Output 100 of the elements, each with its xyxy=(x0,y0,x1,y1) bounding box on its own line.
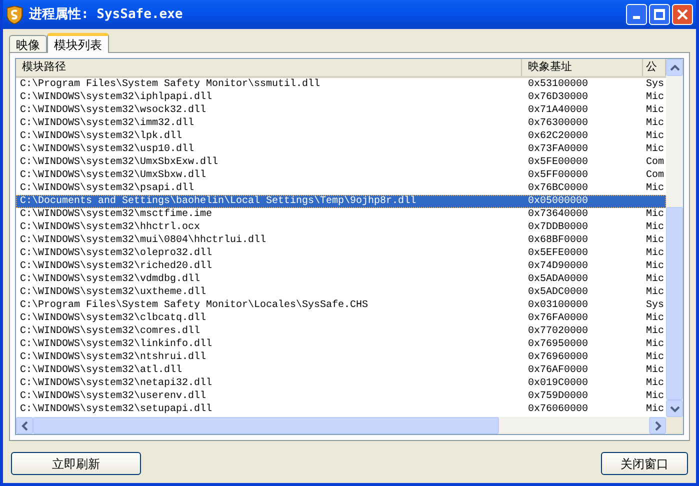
table-cell-text: C:\WINDOWS\system32\msctfime.ime xyxy=(19,208,214,221)
table-cell-text: 0x759D0000 xyxy=(527,390,590,403)
table-cell-text: 0x76950000 xyxy=(527,338,590,351)
table-cell-text: C:\WINDOWS\system32\hhctrl.ocx xyxy=(19,221,202,234)
list-row[interactable]: C:\WINDOWS\system32\wsock32.dll 0x71A40000 Mic xyxy=(16,104,666,117)
scroll-thumb[interactable] xyxy=(33,417,499,434)
table-cell-text: 0x68BF0000 xyxy=(527,234,590,247)
table-cell-text: 0x62C20000 xyxy=(527,130,590,143)
table-cell-text: 0x5FF00000 xyxy=(527,169,590,182)
table-cell-text: 0x71A40000 xyxy=(527,104,590,117)
table-cell-text: Mic xyxy=(645,351,664,364)
table-cell-text: C:\WINDOWS\system32\psapi.dll xyxy=(19,182,196,195)
list-row[interactable]: C:\WINDOWS\system32\mui\0804\hhctrlui.dll 0x68BF0000 Mic xyxy=(16,234,666,247)
table-cell-text: C:\WINDOWS\system32\atl.dll xyxy=(19,364,184,377)
list-row[interactable]: C:\WINDOWS\system32\ntshrui.dll 0x76960000 Mic xyxy=(16,351,666,364)
table-cell-text: C:\WINDOWS\system32\uxtheme.dll xyxy=(19,286,208,299)
list-row[interactable]: C:\Program Files\System Safety Monitor\ssmutil.dll 0x53100000 Sys xyxy=(16,78,666,91)
horizontal-scrollbar[interactable] xyxy=(16,417,666,434)
scroll-right-button[interactable] xyxy=(649,417,666,434)
table-cell-text: Sys xyxy=(645,78,664,91)
table-cell-text: C:\WINDOWS\system32\usp10.dll xyxy=(19,143,196,156)
list-row[interactable]: C:\WINDOWS\system32\iphlpapi.dll 0x76D30000 Mic xyxy=(16,91,666,104)
table-cell-text: C:\WINDOWS\system32\vdmdbg.dll xyxy=(19,273,202,286)
table-cell-text: C:\WINDOWS\system32\ntshrui.dll xyxy=(19,351,208,364)
table-cell-text: 0x53100000 xyxy=(527,78,590,91)
list-row[interactable]: C:\WINDOWS\system32\riched20.dll 0x74D90000 Mic xyxy=(16,260,666,273)
table-cell-text: Mic xyxy=(645,117,664,130)
table-cell-text: Mic xyxy=(645,247,664,260)
minimize-button[interactable] xyxy=(626,4,647,25)
list-row[interactable]: C:\WINDOWS\system32\usp10.dll 0x73FA0000 Mic xyxy=(16,143,666,156)
table-cell-text: C:\WINDOWS\system32\mui\0804\hhctrlui.dll xyxy=(19,234,268,247)
list-row[interactable]: C:\WINDOWS\system32\vdmdbg.dll 0x5ADA0000 Mic xyxy=(16,273,666,286)
scroll-left-button[interactable] xyxy=(16,417,33,434)
list-row[interactable]: C:\WINDOWS\system32\comres.dll 0x77020000 Mic xyxy=(16,325,666,338)
table-cell-text: Mic xyxy=(645,208,664,221)
table-cell-text: C:\WINDOWS\system32\setupapi.dll xyxy=(19,403,214,416)
table-cell-text: C:\WINDOWS\system32\userenv.dll xyxy=(19,390,208,403)
list-row[interactable]: C:\WINDOWS\system32\atl.dll 0x76AF0000 Mic xyxy=(16,364,666,377)
list-row[interactable]: C:\WINDOWS\system32\UmxSbxw.dll 0x5FF00000 Com xyxy=(16,169,666,182)
table-cell-text: 0x03100000 xyxy=(527,299,590,312)
table-cell-text: 0x76300000 xyxy=(527,117,590,130)
list-row[interactable]: C:\WINDOWS\system32\olepro32.dll 0x5EFE0000 Mic xyxy=(16,247,666,260)
maximize-button[interactable] xyxy=(649,4,670,25)
list-row[interactable]: C:\WINDOWS\system32\linkinfo.dll 0x76950000 Mic xyxy=(16,338,666,351)
table-cell-text: 0x76D30000 xyxy=(527,91,590,104)
table-cell-text: Mic xyxy=(645,91,664,104)
table-cell-text: C:\WINDOWS\system32\UmxSbxExw.dll xyxy=(19,156,220,169)
list-row[interactable]: C:\WINDOWS\system32\clbcatq.dll 0x76FA0000 Mic xyxy=(16,312,666,325)
dialog-button[interactable]: 关闭窗口 xyxy=(601,452,688,475)
table-cell-text: Mic xyxy=(645,338,664,351)
table-cell-text: Mic xyxy=(645,104,664,117)
table-cell-text: 0x7DDB0000 xyxy=(527,221,590,234)
table-cell-text: C:\WINDOWS\system32\lpk.dll xyxy=(19,130,184,143)
table-cell-text: Mic xyxy=(645,221,664,234)
list-row[interactable]: C:\WINDOWS\system32\netapi32.dll 0x019C0000 Mic xyxy=(16,377,666,390)
table-cell-text: Mic xyxy=(645,403,664,416)
scrollbar-corner xyxy=(666,417,683,434)
table-cell-text: Com xyxy=(645,156,664,169)
table-cell-text: Mic xyxy=(645,377,664,390)
list-row[interactable]: C:\WINDOWS\system32\hhctrl.ocx 0x7DDB0000 Mic xyxy=(16,221,666,234)
scroll-down-button[interactable] xyxy=(666,400,683,417)
table-cell-text: 0x77020000 xyxy=(527,325,590,338)
table-cell-text: Mic xyxy=(645,390,664,403)
table-cell-text: Mic xyxy=(645,260,664,273)
table-cell-text: 0x76060000 xyxy=(527,403,590,416)
table-cell-text: Mic xyxy=(645,143,664,156)
table-cell-text: C:\WINDOWS\system32\clbcatq.dll xyxy=(19,312,208,325)
table-cell-text: C:\WINDOWS\system32\UmxSbxw.dll xyxy=(19,169,208,182)
scroll-thumb[interactable] xyxy=(666,207,683,400)
table-cell-text: 0x05000000 xyxy=(527,195,590,208)
column-header[interactable]: 模块路径 xyxy=(16,59,522,76)
list-row[interactable]: C:\WINDOWS\system32\imm32.dll 0x76300000 Mic xyxy=(16,117,666,130)
list-row[interactable]: C:\Program Files\System Safety Monitor\Locales\SysSafe.CHS 0x03100000 Sys xyxy=(16,299,666,312)
table-cell-text: 0x76BC0000 xyxy=(527,182,590,195)
list-row[interactable]: C:\WINDOWS\system32\UmxSbxExw.dll 0x5FE00000 Com xyxy=(16,156,666,169)
close-button[interactable] xyxy=(672,4,693,25)
table-cell-text: 0x76FA0000 xyxy=(527,312,590,325)
list-row[interactable]: C:\WINDOWS\system32\userenv.dll 0x759D0000 Mic xyxy=(16,390,666,403)
table-cell-text: C:\Program Files\System Safety Monitor\Locales\SysSafe.CHS xyxy=(19,299,370,312)
table-cell-text: 0x76960000 xyxy=(527,351,590,364)
list-row[interactable]: C:\WINDOWS\system32\uxtheme.dll 0x5ADC0000 Mic xyxy=(16,286,666,299)
table-cell-text: Mic xyxy=(645,286,664,299)
list-row[interactable]: C:\WINDOWS\system32\msctfime.ime 0x73640000 Mic xyxy=(16,208,666,221)
list-row[interactable]: C:\WINDOWS\system32\psapi.dll 0x76BC0000 Mic xyxy=(16,182,666,195)
column-header[interactable]: 映象基址 xyxy=(522,59,643,76)
scroll-up-button[interactable] xyxy=(666,59,683,76)
vertical-scrollbar[interactable] xyxy=(666,59,683,417)
table-cell-text: 0x019C0000 xyxy=(527,377,590,390)
tab[interactable]: 映像 xyxy=(9,35,47,52)
list-row[interactable]: C:\WINDOWS\system32\setupapi.dll 0x76060000 Mic xyxy=(16,403,666,416)
table-cell-text: C:\WINDOWS\system32\wsock32.dll xyxy=(19,104,208,117)
table-cell-text: Mic xyxy=(645,273,664,286)
list-row[interactable]: C:\WINDOWS\system32\lpk.dll 0x62C20000 Mic xyxy=(16,130,666,143)
table-cell-text: C:\WINDOWS\system32\linkinfo.dll xyxy=(19,338,214,351)
tab[interactable]: 模块列表 xyxy=(47,33,109,53)
close-icon xyxy=(677,9,688,20)
window-title: 进程属性: SysSafe.exe xyxy=(29,6,183,24)
table-cell-text: 0x5EFE0000 xyxy=(527,247,590,260)
dialog-button[interactable]: 立即刷新 xyxy=(11,452,141,475)
list-row[interactable]: C:\Documents and Settings\baohelin\Local Settings\Temp\9ojhp8r.dll 0x05000000 xyxy=(16,195,666,208)
